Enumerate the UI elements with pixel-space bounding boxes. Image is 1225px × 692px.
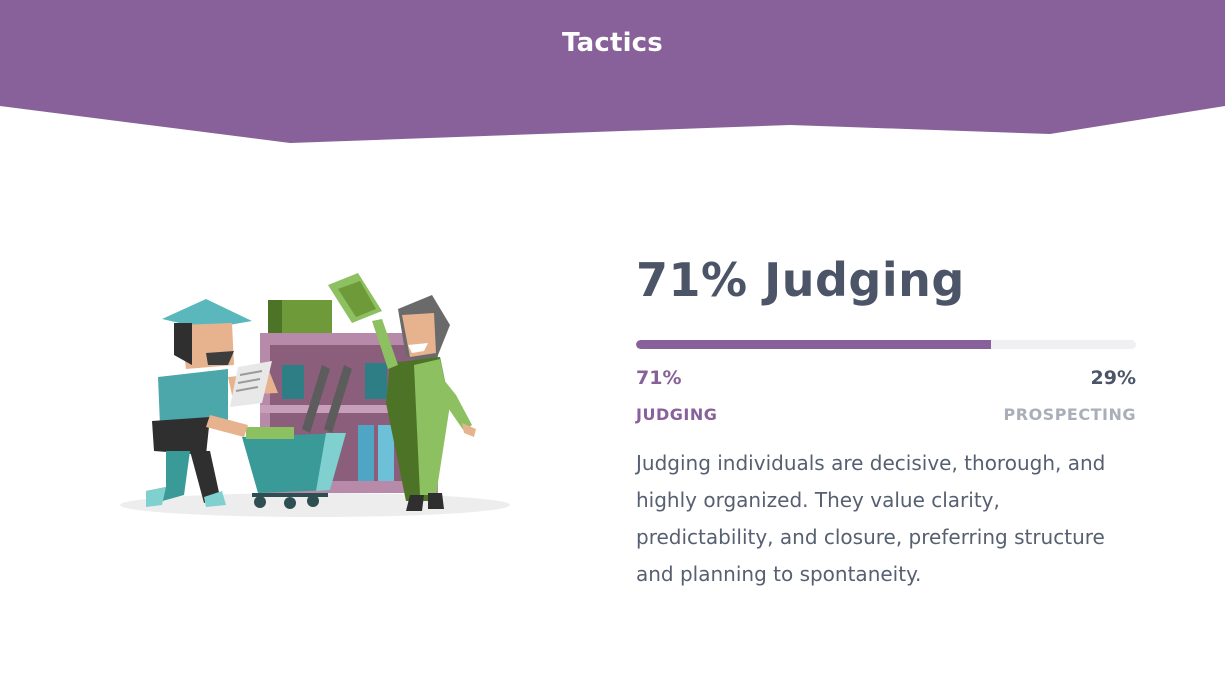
- judging-illustration: [110, 265, 520, 525]
- section-title: Tactics: [562, 28, 663, 58]
- prospecting-label: PROSPECTING: [1003, 405, 1136, 424]
- judging-percent: 71%: [636, 367, 682, 389]
- trait-progress-fill: [636, 340, 991, 349]
- header-banner-shape: [0, 0, 1225, 143]
- shoppers-illustration-icon: [120, 273, 510, 517]
- prospecting-percent: 29%: [1090, 367, 1136, 389]
- judging-label: JUDGING: [636, 405, 718, 424]
- trait-content: 71% Judging 71% 29% JUDGING PROSPECTING …: [636, 250, 1136, 593]
- section-header: Tactics: [0, 0, 1225, 145]
- trait-scale-labels: 71% 29% JUDGING PROSPECTING: [636, 363, 1136, 424]
- trait-description: Judging individuals are decisive, thorou…: [636, 451, 1106, 586]
- trait-progress-bar: [636, 340, 1136, 349]
- trait-heading: 71% Judging: [636, 253, 965, 307]
- personality-trait-page: Tactics 71% Judging 71% 29% JUDGING PROS…: [0, 0, 1225, 692]
